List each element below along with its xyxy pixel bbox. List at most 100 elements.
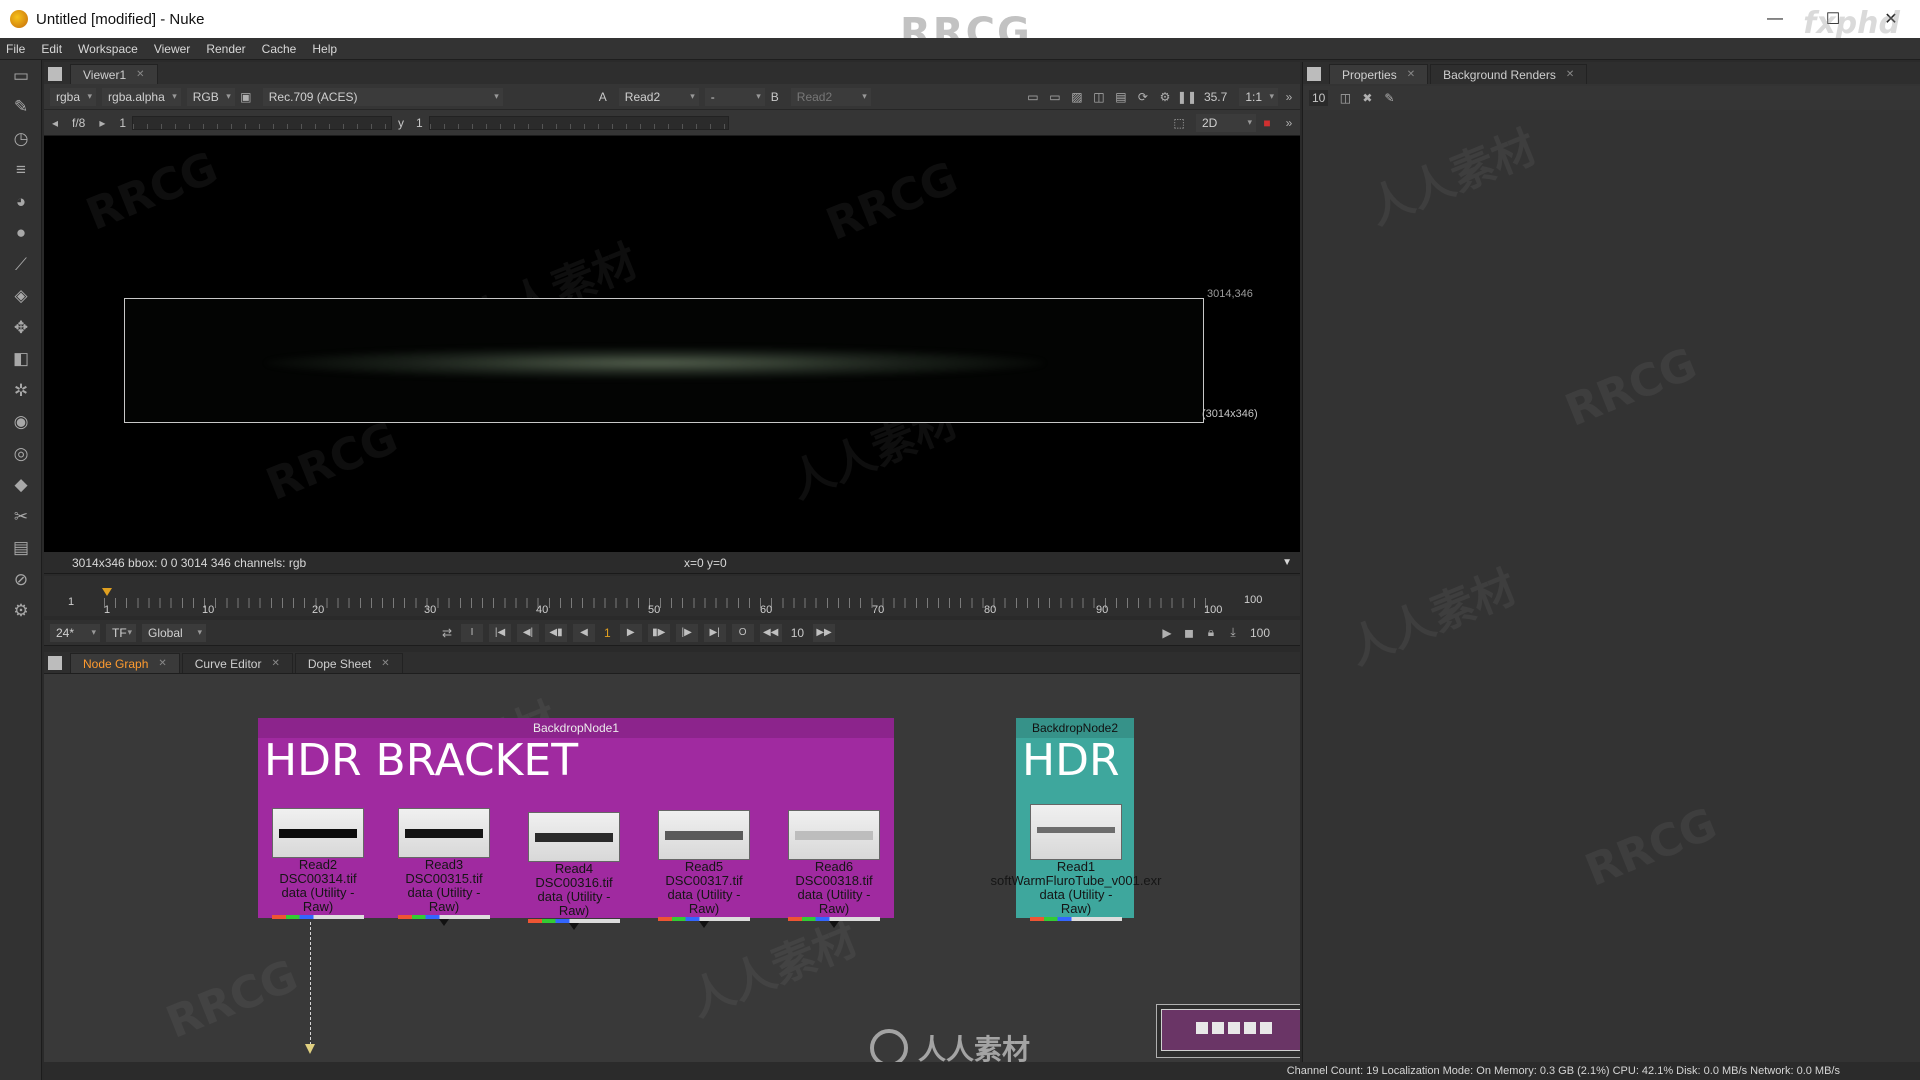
input-a-dropdown[interactable]: Read2 <box>618 87 699 106</box>
draw-tool-icon[interactable]: ✎ <box>0 92 42 124</box>
close-icon[interactable]: ✕ <box>271 658 279 669</box>
other-tool-icon[interactable]: ▤ <box>0 533 42 565</box>
lock-panel-icon[interactable]: ◫ <box>1334 89 1356 107</box>
pause-icon[interactable]: ❚❚ <box>1176 88 1198 106</box>
timecode-dropdown[interactable]: TF <box>106 623 136 642</box>
views-tool-icon[interactable]: ◎ <box>0 438 42 470</box>
loop-icon[interactable]: ⇄ <box>436 624 458 642</box>
proxy-ratio-dropdown[interactable]: 1:1 <box>1239 87 1278 106</box>
refresh-icon[interactable]: ⟳ <box>1132 88 1154 106</box>
lock-icon[interactable]: 🔒︎ <box>1200 624 1222 642</box>
read-node[interactable]: Read5 DSC00317.tif data (Utility - Raw) <box>658 810 750 928</box>
timeline[interactable]: 1 1 10 20 30 40 50 60 70 80 90 100 100 <box>44 576 1300 616</box>
menu-edit[interactable]: Edit <box>41 42 62 56</box>
wipe-icon[interactable]: ▨ <box>1066 88 1088 106</box>
next-keyframe-button[interactable]: |▶ <box>675 623 698 642</box>
close-icon[interactable]: ✕ <box>158 658 166 669</box>
first-frame-button[interactable]: |◀ <box>489 623 511 642</box>
minimize-button[interactable]: — <box>1746 0 1804 38</box>
flipbook-icon[interactable]: ▶ <box>1156 624 1178 642</box>
menu-file[interactable]: File <box>6 42 25 56</box>
gamma-slider[interactable] <box>428 115 729 130</box>
menu-render[interactable]: Render <box>206 42 245 56</box>
channel-tool-icon[interactable]: ≡ <box>0 155 42 187</box>
tab-node-graph[interactable]: Node Graph ✕ <box>70 653 180 673</box>
mask-icon[interactable]: ▭ <box>1044 88 1066 106</box>
alpha-channel-dropdown[interactable]: rgba.alpha <box>102 87 181 106</box>
settings-icon[interactable]: ⚙ <box>1154 88 1176 106</box>
skip-back-button[interactable]: ◀◀ <box>759 623 782 642</box>
prev-keyframe-button[interactable]: ◀| <box>517 623 539 642</box>
last-frame-button[interactable]: ▶| <box>703 623 726 642</box>
max-panels-field[interactable]: 10 <box>1309 90 1329 106</box>
particles-tool-icon[interactable]: ✲ <box>0 375 42 407</box>
zoom-value[interactable]: 35.7 <box>1204 90 1227 104</box>
close-icon[interactable]: ✕ <box>1407 69 1415 80</box>
current-frame[interactable]: 1 <box>604 626 611 640</box>
node-pipe[interactable] <box>310 922 311 1050</box>
play-backward-button[interactable]: ◀ <box>573 623 595 642</box>
node-graph-canvas[interactable]: 人人素材 人人素材 RRCG BackdropNode1 HDR BRACKET… <box>44 674 1300 1074</box>
render-icon[interactable]: ◼ <box>1178 624 1200 642</box>
panel-menu-icon[interactable] <box>48 656 62 670</box>
clipping-icon[interactable]: ▤ <box>1110 88 1132 106</box>
color-tool-icon[interactable]: ◕ <box>0 186 42 218</box>
playhead-marker[interactable] <box>102 588 112 596</box>
furnace-tool-icon[interactable]: ⊘ <box>0 564 42 596</box>
play-forward-button[interactable]: ▶ <box>619 623 642 642</box>
expand2-icon[interactable]: » <box>1278 114 1300 132</box>
toolsets-tool-icon[interactable]: ✂ <box>0 501 42 533</box>
tab-background-renders[interactable]: Background Renders ✕ <box>1430 64 1588 84</box>
lut-icon[interactable]: ▣ <box>235 88 257 106</box>
tab-properties[interactable]: Properties ✕ <box>1329 64 1429 84</box>
viewer-canvas[interactable]: RRCG 人人素材 RRCG RRCG 人人素材 3014,346 (3014x… <box>44 136 1300 552</box>
range-dropdown[interactable]: Global <box>142 623 206 642</box>
filter-tool-icon[interactable]: ● <box>0 218 42 250</box>
timeline-start[interactable]: 1 <box>68 596 74 608</box>
operation-dropdown[interactable]: - <box>704 87 765 106</box>
keyer-tool-icon[interactable]: ⟋ <box>0 249 42 281</box>
menu-cache[interactable]: Cache <box>262 42 297 56</box>
time-tool-icon[interactable]: ◷ <box>0 123 42 155</box>
input-b-dropdown[interactable]: Read2 <box>790 87 871 106</box>
metadata-tool-icon[interactable]: ◆ <box>0 470 42 502</box>
frame-icon[interactable]: ⬚ <box>1168 114 1190 132</box>
read-node[interactable]: Read6 DSC00318.tif data (Utility - Raw) <box>788 810 880 928</box>
fstop-right-icon[interactable]: ▸ <box>91 114 113 132</box>
fstop-left-icon[interactable]: ◂ <box>44 114 66 132</box>
panel-menu-icon[interactable] <box>48 67 62 81</box>
info-dropdown-icon[interactable]: ▼ <box>1282 557 1292 568</box>
record-icon[interactable]: ■ <box>1256 114 1278 132</box>
expand-icon[interactable]: » <box>1278 88 1300 106</box>
close-icon[interactable]: ✕ <box>136 69 144 80</box>
tab-curve-editor[interactable]: Curve Editor ✕ <box>181 653 293 673</box>
tab-dope-sheet[interactable]: Dope Sheet ✕ <box>294 653 403 673</box>
frame-step[interactable]: 10 <box>791 626 804 640</box>
plugins-tool-icon[interactable]: ⚙ <box>0 596 42 628</box>
read-node[interactable]: Read3 DSC00315.tif data (Utility - Raw) <box>398 808 490 926</box>
menu-workspace[interactable]: Workspace <box>78 42 138 56</box>
out-frame[interactable]: 100 <box>1250 626 1270 640</box>
transform-tool-icon[interactable]: ✥ <box>0 312 42 344</box>
close-icon[interactable]: ✕ <box>381 658 389 669</box>
deep-tool-icon[interactable]: ◉ <box>0 407 42 439</box>
skip-forward-button[interactable]: ▶▶ <box>813 623 836 642</box>
in-point-button[interactable]: I <box>461 623 483 642</box>
colorspace-dropdown[interactable]: Rec.709 (ACES) <box>262 87 503 106</box>
merge-tool-icon[interactable]: ◈ <box>0 281 42 313</box>
prev-frame-button[interactable]: ◀▮ <box>545 623 567 642</box>
clear-panels-icon[interactable]: ✖ <box>1356 89 1378 107</box>
menu-help[interactable]: Help <box>312 42 337 56</box>
edit-icon[interactable]: ✎ <box>1378 89 1400 107</box>
next-frame-button[interactable]: ▮▶ <box>647 623 670 642</box>
fstop-value[interactable]: f/8 <box>72 116 85 130</box>
fps-dropdown[interactable]: 24* <box>50 623 100 642</box>
overlay-icon[interactable]: ◫ <box>1088 88 1110 106</box>
export-icon[interactable]: ⤓ <box>1222 624 1244 642</box>
display-channel-dropdown[interactable]: RGB <box>186 87 235 106</box>
tab-viewer1[interactable]: Viewer1 ✕ <box>70 64 158 84</box>
roi-icon[interactable]: ▭ <box>1022 88 1044 106</box>
pipe-arrow-icon[interactable] <box>305 1044 315 1054</box>
gain-value[interactable]: 1 <box>119 116 126 130</box>
gain-slider[interactable] <box>132 115 393 130</box>
